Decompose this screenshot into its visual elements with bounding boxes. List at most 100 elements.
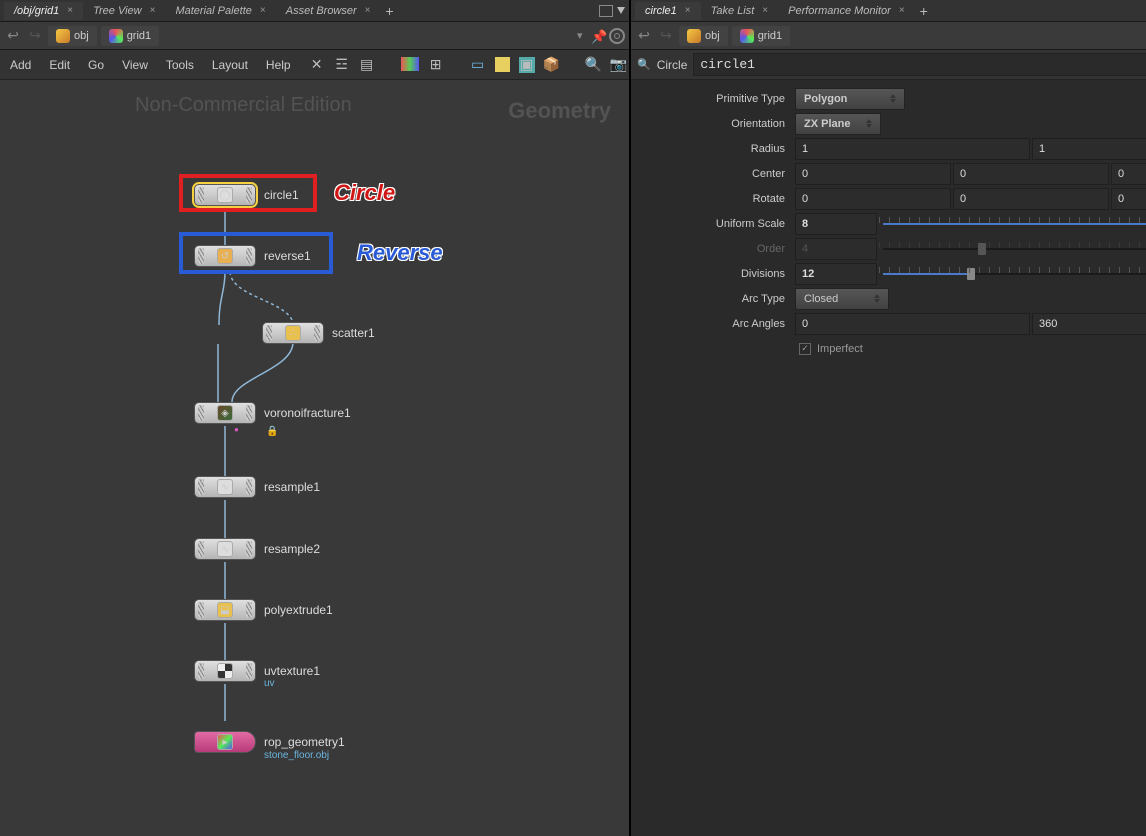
list-icon[interactable]: ☲ — [334, 57, 350, 73]
radius-y-input[interactable] — [1032, 138, 1146, 160]
arc-end-input[interactable] — [1032, 313, 1146, 335]
parameter-list: Primitive Type Polygon Orientation ZX Pl… — [631, 80, 1146, 367]
note-icon[interactable] — [495, 57, 510, 72]
path-segment-obj[interactable]: obj — [48, 26, 97, 46]
menu-go[interactable]: Go — [88, 58, 104, 72]
node-voronoi[interactable]: ◈ voronoifracture1 — [194, 402, 351, 424]
center-z-input[interactable] — [1111, 163, 1146, 185]
rotate-y-input[interactable] — [953, 188, 1109, 210]
close-icon[interactable]: × — [365, 5, 371, 16]
close-icon[interactable]: × — [685, 5, 691, 16]
center-x-input[interactable] — [795, 163, 951, 185]
node-label: resample2 — [264, 542, 320, 556]
node-label: uvtexture1 — [264, 664, 320, 678]
node-name-input[interactable] — [693, 53, 1146, 76]
add-tab-button[interactable]: + — [381, 2, 399, 20]
node-resample1[interactable]: ∿ resample1 — [194, 476, 320, 498]
sticky-icon[interactable]: ▭ — [470, 57, 486, 73]
node-label: circle1 — [264, 188, 299, 202]
box-icon[interactable]: 📦 — [544, 57, 560, 73]
rotate-x-input[interactable] — [795, 188, 951, 210]
menu-add[interactable]: Add — [10, 58, 31, 72]
divisions-slider[interactable] — [879, 263, 1146, 285]
tab-parameters[interactable]: circle1× — [635, 2, 701, 20]
tab-network[interactable]: /obj/grid1× — [4, 2, 83, 20]
arc-type-dropdown[interactable]: Closed — [795, 288, 889, 310]
node-circle1[interactable]: ◯ circle1 — [194, 184, 299, 206]
tab-performance[interactable]: Performance Monitor× — [778, 2, 915, 20]
param-primitive-type: Primitive Type Polygon — [637, 86, 1146, 111]
search-icon[interactable]: 🔍 — [586, 57, 602, 73]
pane-menu-icon[interactable] — [617, 7, 625, 14]
node-label: rop_geometry1 — [264, 735, 345, 749]
back-button[interactable]: ↩ — [4, 27, 22, 44]
primitive-type-dropdown[interactable]: Polygon — [795, 88, 905, 110]
add-tab-button[interactable]: + — [915, 2, 933, 20]
path-segment-grid1[interactable]: grid1 — [732, 26, 790, 46]
palette-icon[interactable] — [401, 57, 419, 71]
menu-tools[interactable]: Tools — [166, 58, 194, 72]
target-icon[interactable] — [609, 28, 625, 44]
resample-icon: ∿ — [217, 479, 233, 495]
close-icon[interactable]: × — [260, 5, 266, 16]
tab-tree-view[interactable]: Tree View× — [83, 2, 165, 20]
param-arc-type: Arc Type Closed — [637, 286, 1146, 311]
scale-slider[interactable] — [879, 213, 1146, 235]
node-uvtexture1[interactable]: uvtexture1 — [194, 660, 320, 682]
image-icon[interactable]: ▣ — [519, 57, 535, 73]
network-pane: /obj/grid1× Tree View× Material Palette×… — [0, 0, 631, 836]
path-dropdown[interactable]: ▾ — [577, 29, 587, 42]
close-icon[interactable]: × — [150, 5, 156, 16]
lock-icon: 🔒 — [266, 426, 278, 437]
radius-x-input[interactable] — [795, 138, 1030, 160]
forward-button[interactable]: ↪ — [657, 27, 675, 44]
node-header-bar: 🔍 Circle ✳ H 🔍 ⓘ ? — [631, 50, 1146, 80]
node-reverse1[interactable]: ↺ reverse1 — [194, 245, 311, 267]
right-path-bar: ↩ ↪ obj grid1 ▾ 📌 — [631, 22, 1146, 50]
path-segment-grid1[interactable]: grid1 — [101, 26, 159, 46]
tab-take-list[interactable]: Take List× — [701, 2, 778, 20]
node-resample2[interactable]: ∿ resample2 — [194, 538, 320, 560]
center-y-input[interactable] — [953, 163, 1109, 185]
close-icon[interactable]: × — [762, 5, 768, 16]
page-icon[interactable]: ▤ — [359, 57, 375, 73]
param-arc-angles: Arc Angles — [637, 311, 1146, 336]
imperfect-checkbox[interactable]: ✓ Imperfect — [795, 343, 863, 355]
resample-icon: ∿ — [217, 541, 233, 557]
left-tab-strip: /obj/grid1× Tree View× Material Palette×… — [0, 0, 629, 22]
close-icon[interactable]: × — [67, 5, 73, 16]
menu-help[interactable]: Help — [266, 58, 291, 72]
arc-begin-input[interactable] — [795, 313, 1030, 335]
network-view[interactable]: Non-Commercial Edition Geometry Circle R… — [0, 80, 629, 836]
node-type-label: Circle — [657, 58, 688, 72]
rotate-z-input[interactable] — [1111, 188, 1146, 210]
order-slider — [879, 238, 1146, 260]
param-uniform-scale: Uniform Scale — [637, 211, 1146, 236]
node-label: voronoifracture1 — [264, 406, 351, 420]
orientation-dropdown[interactable]: ZX Plane — [795, 113, 881, 135]
scale-input[interactable] — [795, 213, 877, 235]
search-icon[interactable]: 🔍 — [637, 58, 651, 71]
camera-icon[interactable]: 📷 — [611, 57, 627, 73]
maximize-icon[interactable] — [599, 5, 613, 17]
tree-icon[interactable]: ⊞ — [428, 57, 444, 73]
tab-asset-browser[interactable]: Asset Browser× — [276, 2, 381, 20]
folder-icon — [687, 29, 701, 43]
menu-view[interactable]: View — [122, 58, 148, 72]
pin-icon[interactable]: 📌 — [591, 29, 605, 43]
node-polyextrude1[interactable]: ⬓ polyextrude1 — [194, 599, 333, 621]
node-scatter1[interactable]: ∴ scatter1 — [262, 322, 375, 344]
menu-edit[interactable]: Edit — [49, 58, 70, 72]
circle-icon: ◯ — [217, 187, 233, 203]
menu-layout[interactable]: Layout — [212, 58, 248, 72]
param-divisions: Divisions — [637, 261, 1146, 286]
network-menubar: Add Edit Go View Tools Layout Help ✕ ☲ ▤… — [0, 50, 629, 80]
wrench-icon[interactable]: ✕ — [309, 57, 325, 73]
node-label: scatter1 — [332, 326, 375, 340]
path-segment-obj[interactable]: obj — [679, 26, 728, 46]
tab-material-palette[interactable]: Material Palette× — [165, 2, 275, 20]
forward-button[interactable]: ↪ — [26, 27, 44, 44]
divisions-input[interactable] — [795, 263, 877, 285]
close-icon[interactable]: × — [899, 5, 905, 16]
back-button[interactable]: ↩ — [635, 27, 653, 44]
